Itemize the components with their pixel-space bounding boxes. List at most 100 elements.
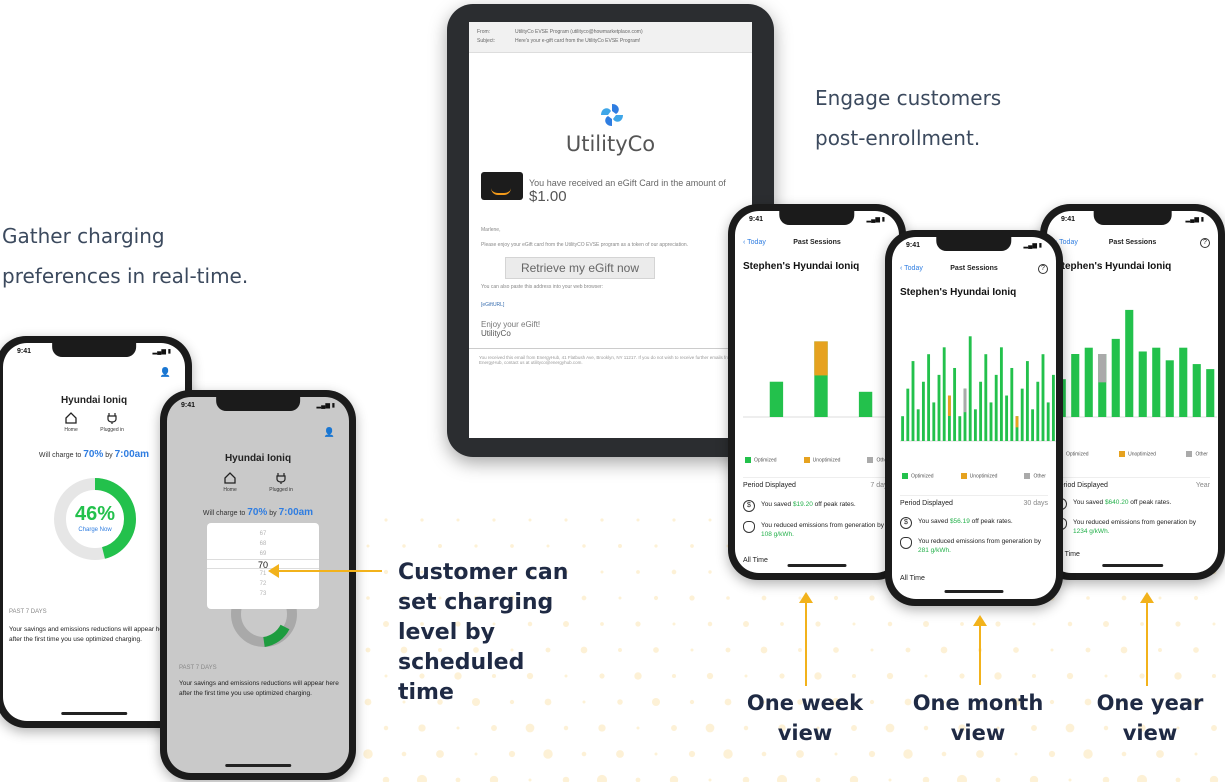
savings-note: Your savings and emissions reductions wi… bbox=[9, 626, 169, 643]
picker-option[interactable]: 73 bbox=[207, 589, 319, 599]
clock-time: 9:41 bbox=[17, 348, 32, 355]
tablet-device: From: UtilityCo EVSE Program (utilityco@h… bbox=[447, 4, 774, 457]
chart-bar-segment bbox=[1098, 354, 1107, 383]
background-dot bbox=[401, 751, 407, 757]
background-dot bbox=[474, 752, 478, 756]
chart-bar bbox=[1084, 347, 1093, 417]
saved-prefix: You saved bbox=[918, 518, 949, 525]
emissions-amount: 108 g/kWh. bbox=[761, 531, 794, 538]
chart-bar bbox=[1179, 347, 1188, 417]
background-dot bbox=[1014, 752, 1018, 756]
home-indicator bbox=[225, 764, 291, 767]
utilityco-logo-icon bbox=[601, 104, 623, 126]
background-dot bbox=[600, 570, 604, 574]
background-dot bbox=[1031, 673, 1037, 679]
phone-charge-picker: 9:41 ▂▄▆ ▮ 👤 Hyundai Ioniq Home Plugged i… bbox=[160, 390, 356, 780]
background-dot bbox=[420, 518, 424, 522]
chart-bar bbox=[942, 347, 946, 441]
all-time-tab[interactable]: All Time bbox=[900, 575, 925, 582]
profile-icon[interactable]: 👤 bbox=[160, 367, 171, 378]
screen-title: Past Sessions bbox=[1108, 239, 1157, 246]
background-dot bbox=[618, 596, 622, 600]
background-dot bbox=[635, 777, 641, 782]
background-dot bbox=[887, 621, 893, 627]
all-time-tab[interactable]: All Time bbox=[743, 557, 768, 564]
period-label: Period Displayed bbox=[900, 500, 953, 507]
plug-icon bbox=[107, 413, 117, 424]
home-indicator bbox=[944, 590, 1004, 593]
background-dot bbox=[924, 674, 928, 678]
help-icon[interactable]: ? bbox=[1200, 238, 1210, 248]
background-dot bbox=[1029, 775, 1039, 782]
picker-option[interactable]: 69 bbox=[207, 549, 319, 559]
background-dot bbox=[689, 595, 695, 601]
background-dot bbox=[654, 544, 658, 548]
background-dot bbox=[976, 750, 984, 758]
plug-status: Plugged in bbox=[100, 411, 124, 433]
target-time[interactable]: 7:00am bbox=[115, 449, 149, 460]
will-charge-line[interactable]: Will charge to 70% by 7:00am bbox=[3, 449, 185, 460]
emissions-prefix: You reduced emissions from generation by bbox=[761, 522, 884, 529]
background-dot bbox=[616, 750, 624, 758]
background-dot bbox=[903, 749, 913, 759]
emissions-prefix: You reduced emissions from generation by bbox=[1073, 519, 1196, 526]
background-dot bbox=[1068, 778, 1072, 782]
background-dot bbox=[814, 672, 822, 680]
background-dot bbox=[618, 648, 622, 652]
by-word: by bbox=[105, 452, 113, 459]
background-dot bbox=[725, 647, 731, 653]
retrieve-egift-button[interactable]: Retrieve my eGift now bbox=[505, 257, 655, 279]
background-dot bbox=[416, 774, 428, 782]
signal-icon: ▂▄▆ ▮ bbox=[1023, 243, 1042, 249]
background-dot bbox=[383, 569, 389, 575]
background-dot bbox=[366, 596, 370, 600]
background-dot bbox=[636, 570, 640, 574]
home-indicator bbox=[787, 564, 847, 567]
period-row[interactable]: Period Displayed 7 days bbox=[743, 477, 891, 489]
car-title: Stephen's Hyundai Ioniq bbox=[1055, 261, 1172, 272]
chart-bar bbox=[911, 361, 915, 441]
chart-bar bbox=[916, 409, 920, 441]
background-dot bbox=[635, 621, 641, 627]
engage-caption-line: post-enrollment. bbox=[815, 126, 981, 150]
cloud-icon bbox=[743, 521, 755, 533]
help-icon[interactable]: ? bbox=[1038, 264, 1048, 274]
background-dot bbox=[669, 775, 679, 782]
legend-optimized: Optimized bbox=[745, 457, 777, 463]
chart-legend: Optimized Unoptimized Other bbox=[902, 473, 1046, 479]
target-time[interactable]: 7:00am bbox=[279, 507, 313, 518]
target-percent[interactable]: 70% bbox=[247, 507, 267, 518]
percent-picker[interactable]: 67 68 69 70 71 72 73 bbox=[207, 523, 319, 609]
background-dot bbox=[1083, 749, 1093, 759]
background-dot bbox=[798, 648, 802, 652]
picker-option[interactable]: 72 bbox=[207, 579, 319, 589]
screen-title: Past Sessions bbox=[793, 239, 841, 246]
profile-icon[interactable]: 👤 bbox=[324, 427, 335, 438]
background-dot bbox=[653, 647, 659, 653]
picker-option[interactable]: 67 bbox=[207, 529, 319, 539]
background-dot bbox=[940, 646, 948, 654]
chart-bar bbox=[994, 374, 998, 441]
callout-line: time bbox=[398, 680, 454, 705]
phone-notch bbox=[216, 397, 300, 411]
chart-legend: Optimized Unoptimized Other bbox=[745, 457, 889, 463]
background-dot bbox=[1175, 777, 1181, 782]
phone-month-view: 9:41 ▂▄▆ ▮ ‹ Today Past Sessions ? Stephe… bbox=[885, 230, 1063, 606]
period-row[interactable]: Period Displayed 30 days bbox=[900, 495, 1048, 507]
chart-bar bbox=[1125, 309, 1134, 417]
chart-bar bbox=[1051, 374, 1055, 441]
picker-selected-value[interactable]: 70 bbox=[207, 559, 319, 570]
phone-week-view: 9:41 ▂▄▆ ▮ ‹ Today Past Sessions Stephen'… bbox=[728, 204, 906, 580]
egift-link[interactable]: [eGiftURL] bbox=[481, 302, 504, 308]
period-row[interactable]: Period Displayed Year bbox=[1055, 477, 1210, 489]
chart-bar-segment bbox=[814, 341, 828, 376]
background-dot bbox=[1121, 595, 1127, 601]
picker-option[interactable]: 68 bbox=[207, 539, 319, 549]
callout-line: Customer can bbox=[398, 560, 569, 585]
background-dot bbox=[1013, 647, 1019, 653]
charge-now-button[interactable]: Charge Now bbox=[51, 527, 139, 533]
background-dot bbox=[690, 648, 694, 652]
will-charge-line[interactable]: Will charge to 70% by 7:00am bbox=[167, 507, 349, 518]
home-indicator bbox=[1101, 564, 1164, 567]
target-percent[interactable]: 70% bbox=[83, 449, 103, 460]
